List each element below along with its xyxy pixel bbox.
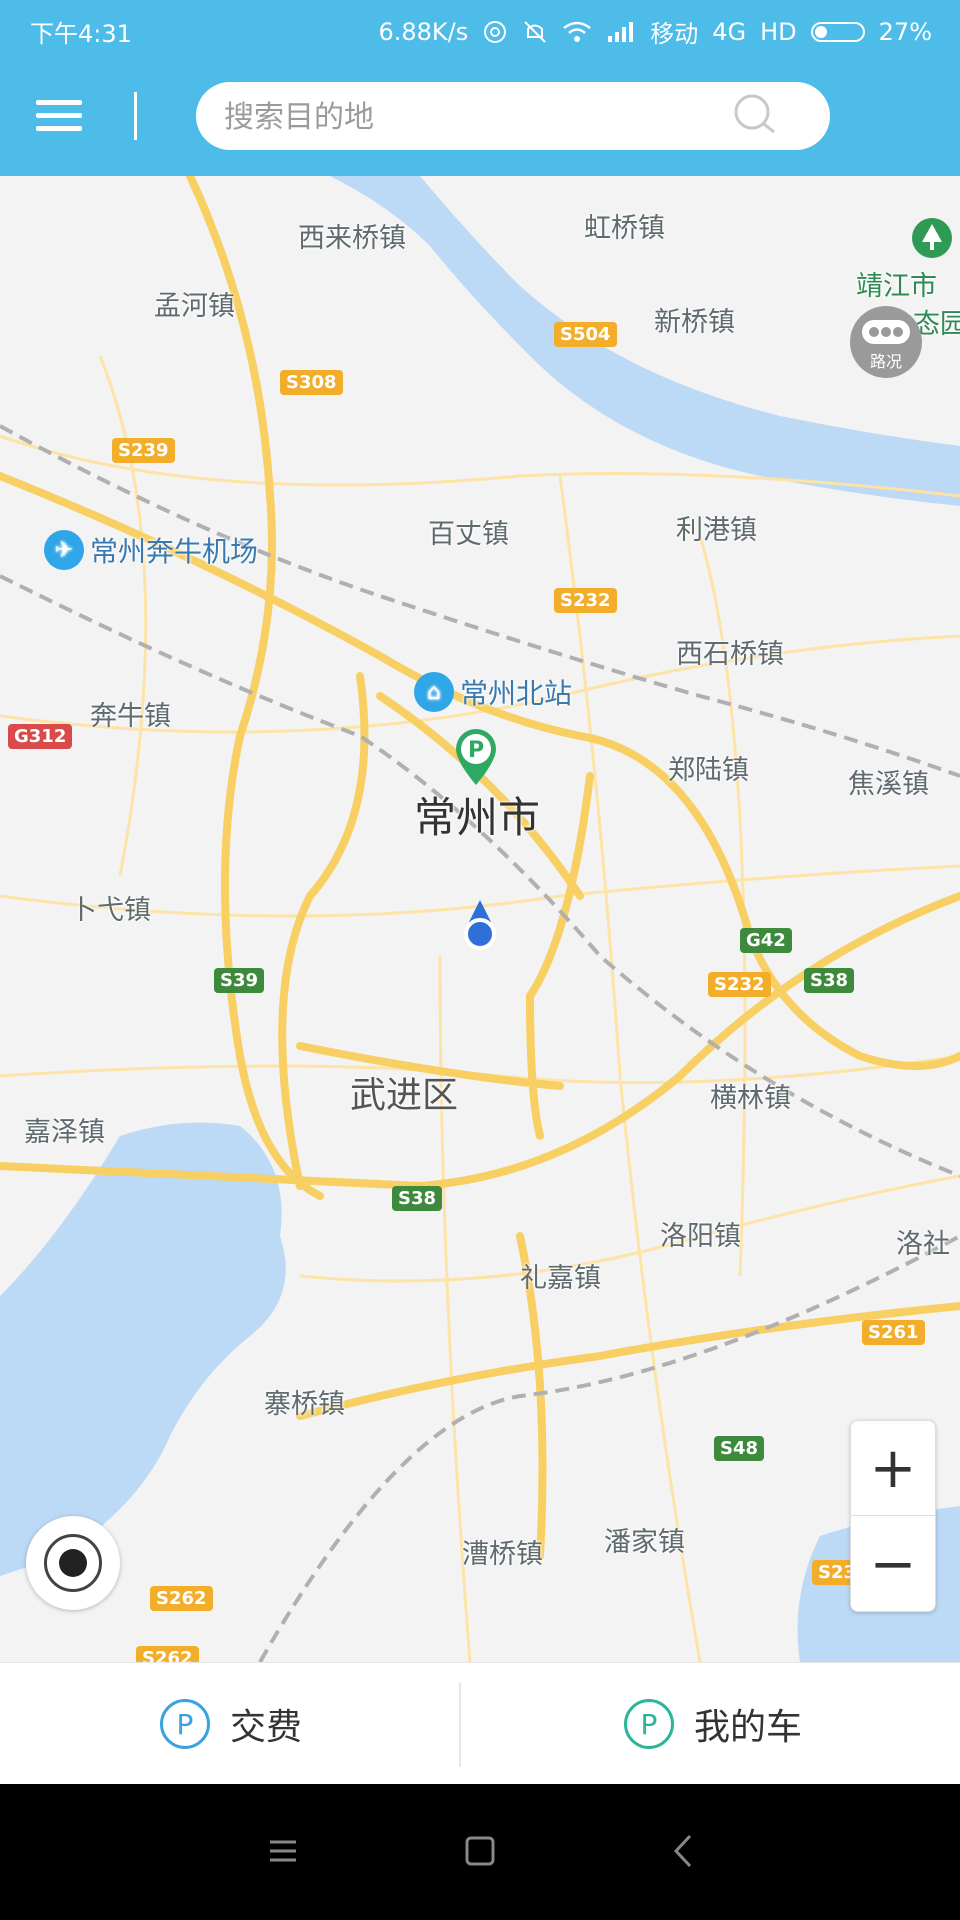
battery-percent: 27% <box>878 17 932 46</box>
road-shield: S232 <box>554 588 617 613</box>
lake-taihu <box>0 1122 286 1576</box>
mute-icon <box>524 20 546 43</box>
traffic-icon <box>862 320 910 344</box>
city-label: 常州市 <box>414 793 541 842</box>
place-label: 虹桥镇 <box>584 213 665 244</box>
my-location-icon <box>464 900 496 950</box>
place-label: 百丈镇 <box>428 519 509 550</box>
network-type: 4G <box>712 17 747 46</box>
system-nav-bar <box>0 1784 960 1920</box>
place-label: 靖江市 <box>856 271 937 302</box>
poi-label: 常州北站 <box>460 677 573 710</box>
place-label: 西来桥镇 <box>298 223 406 254</box>
carrier: 移动 <box>650 20 699 48</box>
place-label: 嘉泽镇 <box>24 1117 105 1148</box>
locate-button[interactable] <box>26 1516 120 1610</box>
road-shield: S262 <box>150 1586 213 1611</box>
place-label: 西石桥镇 <box>676 639 784 670</box>
district-label: 武进区 <box>350 1075 459 1116</box>
traffic-button[interactable]: 路况 <box>850 306 922 378</box>
app-header <box>0 58 960 176</box>
road-shield: S48 <box>714 1436 765 1461</box>
zoom-in-button[interactable]: + <box>851 1421 935 1516</box>
bottom-bar: P 交费 P 我的车 <box>0 1662 960 1785</box>
home-nav-icon[interactable] <box>455 1826 505 1876</box>
road-shield: S232 <box>708 972 771 997</box>
status-time: 下午4:31 <box>30 20 132 48</box>
poi-station[interactable]: ⌂ 常州北站 <box>414 672 572 712</box>
road-shield: S504 <box>554 322 617 347</box>
road-shield: S261 <box>862 1320 925 1345</box>
place-label: 新桥镇 <box>654 307 735 338</box>
place-label: 奔牛镇 <box>90 701 171 732</box>
road-shield: G42 <box>740 928 792 953</box>
my-car-button[interactable]: P 我的车 <box>624 1663 802 1785</box>
place-label: 寨桥镇 <box>264 1389 345 1420</box>
place-label: 礼嘉镇 <box>520 1263 601 1294</box>
place-label: 漕桥镇 <box>462 1539 543 1570</box>
place-label: 孟河镇 <box>154 291 235 322</box>
place-label: 郑陆镇 <box>668 755 749 786</box>
place-label: 焦溪镇 <box>848 769 929 800</box>
locate-dot-icon <box>59 1549 87 1577</box>
hd-label: HD <box>760 17 797 46</box>
menu-nav-icon[interactable] <box>258 1826 308 1876</box>
svg-text:P: P <box>468 738 484 763</box>
status-bar: 下午4:31 6.88K/s 移动 4G HD 27% <box>0 0 960 58</box>
map-view[interactable]: 西来桥镇 虹桥镇 孟河镇 新桥镇 靖江市 生态园 百丈镇 利港镇 西石桥镇 奔牛… <box>0 176 960 1662</box>
pay-button[interactable]: P 交费 <box>160 1663 302 1785</box>
app-root: 下午4:31 6.88K/s 移动 4G HD 27% 搜索目的地 西来桥镇 虹… <box>0 0 960 1920</box>
hotspot-icon <box>484 20 507 43</box>
pay-label: 交费 <box>230 1707 303 1748</box>
traffic-label: 路况 <box>869 352 902 371</box>
place-label: 利港镇 <box>676 515 757 546</box>
poi-label: 常州奔牛机场 <box>90 535 259 568</box>
road-shield: G312 <box>8 724 73 749</box>
back-nav-icon[interactable] <box>658 1826 708 1876</box>
place-label: 横林镇 <box>710 1083 791 1114</box>
search-box[interactable] <box>196 82 830 150</box>
pay-icon: P <box>160 1699 210 1749</box>
menu-icon[interactable] <box>36 96 84 136</box>
place-label: 卜弋镇 <box>70 895 151 926</box>
zoom-out-button[interactable]: − <box>851 1517 935 1611</box>
airplane-icon: ✈ <box>44 530 84 570</box>
search-input[interactable] <box>222 92 726 142</box>
battery-fill <box>814 25 827 38</box>
parking-pin-icon[interactable]: P <box>452 727 500 787</box>
park-icon <box>912 218 952 258</box>
road-shield: S38 <box>804 968 855 993</box>
bottom-divider <box>459 1683 461 1767</box>
wifi-icon <box>563 21 592 42</box>
status-right: 6.88K/s 移动 4G HD 27% <box>378 14 932 49</box>
road-shield: S39 <box>214 968 265 993</box>
net-speed: 6.88K/s <box>378 17 469 46</box>
poi-airport[interactable]: ✈ 常州奔牛机场 <box>44 530 258 570</box>
road-shield: S38 <box>392 1186 443 1211</box>
road-shield: S239 <box>112 438 175 463</box>
search-icon[interactable] <box>732 92 778 138</box>
zoom-controls: + − <box>850 1420 936 1612</box>
my-car-label: 我的车 <box>694 1707 803 1748</box>
place-label: 洛阳镇 <box>660 1221 741 1252</box>
place-label: 洛社 <box>896 1229 950 1260</box>
road-shield: S262 <box>136 1646 199 1662</box>
train-icon: ⌂ <box>414 672 454 712</box>
parking-icon: P <box>624 1699 674 1749</box>
signal-icon <box>608 21 634 42</box>
road-shield: S308 <box>280 370 343 395</box>
battery-icon <box>810 21 865 42</box>
place-label: 潘家镇 <box>604 1527 685 1558</box>
header-divider <box>134 92 137 140</box>
